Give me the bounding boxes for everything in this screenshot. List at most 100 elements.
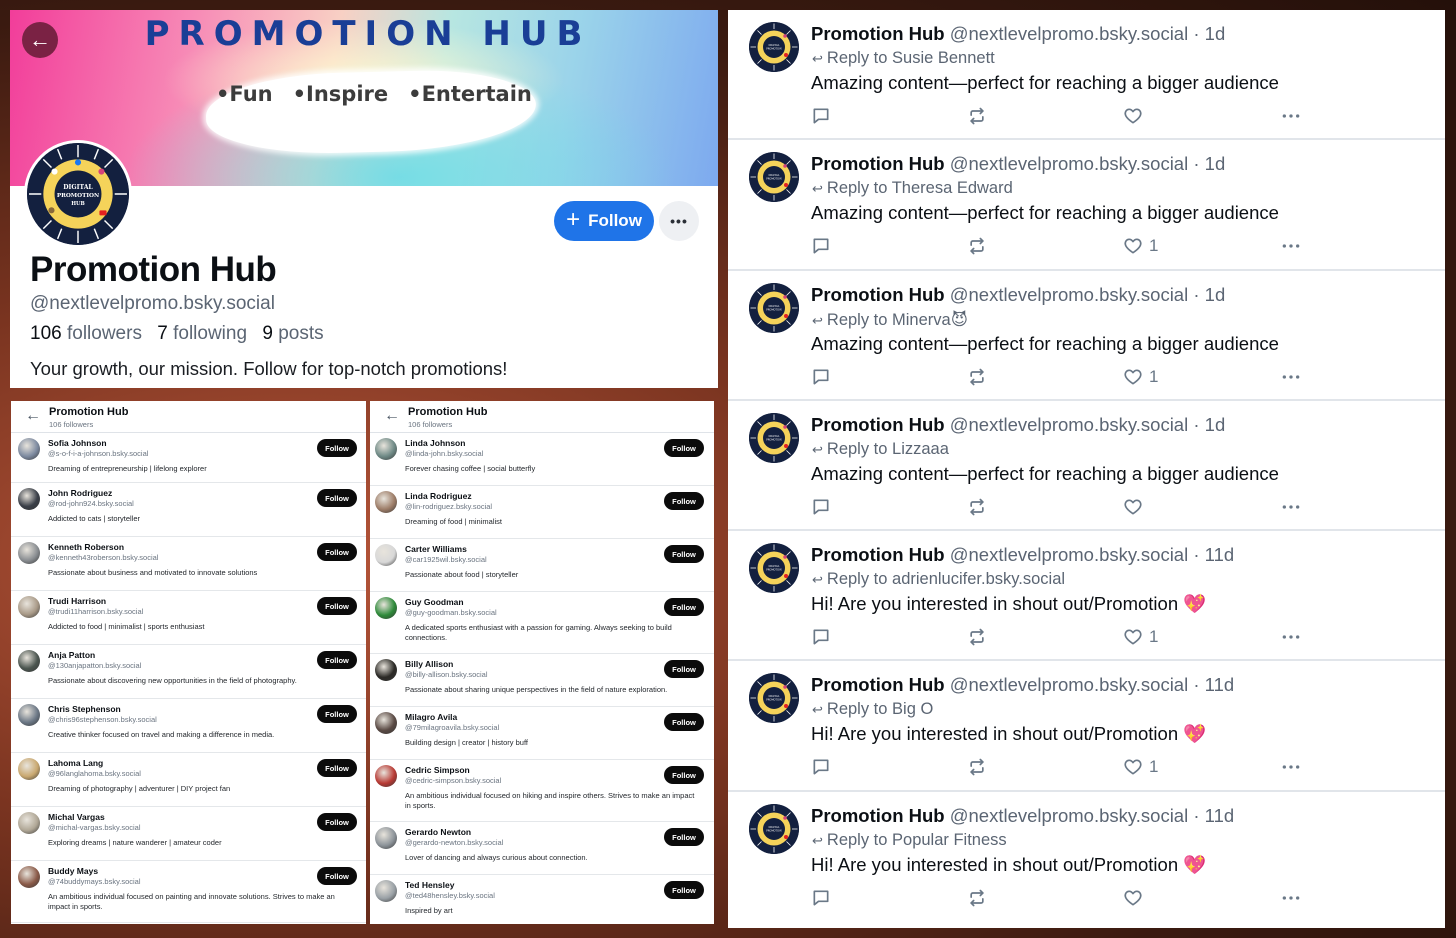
- post-more-button[interactable]: [1281, 496, 1301, 518]
- follower-avatar[interactable]: [18, 596, 40, 618]
- follower-avatar[interactable]: [18, 704, 40, 726]
- like-button[interactable]: [1123, 496, 1149, 518]
- follower-row[interactable]: Linda Johnson @linda-john.bsky.social Fo…: [370, 433, 714, 486]
- follower-follow-button[interactable]: Follow: [317, 651, 357, 669]
- follower-row[interactable]: Buddy Mays @74buddymays.bsky.social An a…: [11, 861, 366, 923]
- post-more-button[interactable]: [1281, 756, 1301, 778]
- post-author-name[interactable]: Promotion Hub: [811, 153, 945, 174]
- follower-follow-button[interactable]: Follow: [317, 813, 357, 831]
- repost-button[interactable]: [967, 235, 987, 257]
- follower-avatar[interactable]: [375, 827, 397, 849]
- post-more-button[interactable]: [1281, 626, 1301, 648]
- reply-to-link[interactable]: ↩ Reply to adrienlucifer.bsky.social: [812, 570, 1065, 589]
- post-author-name[interactable]: Promotion Hub: [811, 805, 945, 826]
- follower-row[interactable]: Guy Goodman @guy-goodman.bsky.social A d…: [370, 592, 714, 654]
- follower-row[interactable]: John Rodriguez @rod-john924.bsky.social …: [11, 483, 366, 537]
- profile-avatar[interactable]: DIGITAL PROMOTION HUB: [24, 140, 132, 248]
- follower-follow-button[interactable]: Follow: [317, 867, 357, 885]
- follower-name[interactable]: Ted Hensley: [405, 880, 454, 890]
- arrow-left-icon[interactable]: ←: [384, 407, 400, 425]
- follower-row[interactable]: Chris Stephenson @chris96stephenson.bsky…: [11, 699, 366, 753]
- follower-follow-button[interactable]: Follow: [664, 766, 704, 784]
- follower-follow-button[interactable]: Follow: [664, 598, 704, 616]
- follower-follow-button[interactable]: Follow: [317, 597, 357, 615]
- follower-avatar[interactable]: [375, 491, 397, 513]
- follower-avatar[interactable]: [18, 650, 40, 672]
- follower-avatar[interactable]: [375, 544, 397, 566]
- follower-avatar[interactable]: [375, 659, 397, 681]
- post-author-avatar[interactable]: DIGITAL PROMOTION: [749, 673, 799, 724]
- post-author-avatar[interactable]: DIGITAL PROMOTION: [749, 412, 799, 463]
- follower-follow-button[interactable]: Follow: [664, 881, 704, 899]
- follower-avatar[interactable]: [18, 542, 40, 564]
- post-author-name[interactable]: Promotion Hub: [811, 414, 945, 435]
- follower-name[interactable]: Cedric Simpson: [405, 765, 470, 775]
- post-item[interactable]: DIGITAL PROMOTION Promotion Hub @nextlev…: [728, 531, 1445, 662]
- follower-row[interactable]: Carter Williams @car1925wil.bsky.social …: [370, 539, 714, 592]
- follower-name[interactable]: Milagro Avila: [405, 712, 457, 722]
- follower-row[interactable]: Billy Allison @billy-allison.bsky.social…: [370, 654, 714, 707]
- post-more-button[interactable]: [1281, 235, 1301, 257]
- reply-button[interactable]: [811, 756, 831, 778]
- post-item[interactable]: DIGITAL PROMOTION Promotion Hub @nextlev…: [728, 140, 1445, 271]
- repost-button[interactable]: [967, 626, 987, 648]
- follower-row[interactable]: Trudi Harrison @trudi11harrison.bsky.soc…: [11, 591, 366, 645]
- back-button[interactable]: ←: [22, 22, 58, 58]
- follower-row[interactable]: Kenneth Roberson @kenneth43roberson.bsky…: [11, 537, 366, 591]
- repost-button[interactable]: [967, 366, 987, 388]
- follower-follow-button[interactable]: Follow: [317, 489, 357, 507]
- follower-follow-button[interactable]: Follow: [317, 439, 357, 457]
- reply-button[interactable]: [811, 496, 831, 518]
- follower-name[interactable]: Guy Goodman: [405, 597, 464, 607]
- follower-name[interactable]: Linda Johnson: [405, 438, 465, 448]
- arrow-left-icon[interactable]: ←: [25, 407, 41, 425]
- follower-row[interactable]: Milagro Avila @79milagroavila.bsky.socia…: [370, 707, 714, 760]
- like-button[interactable]: [1123, 887, 1149, 909]
- post-author-avatar[interactable]: DIGITAL PROMOTION: [749, 282, 799, 333]
- follower-name[interactable]: Gerardo Newton: [405, 827, 471, 837]
- follower-follow-button[interactable]: Follow: [664, 660, 704, 678]
- post-more-button[interactable]: [1281, 105, 1301, 127]
- post-more-button[interactable]: [1281, 887, 1301, 909]
- follow-button[interactable]: + Follow: [554, 201, 654, 241]
- follower-row[interactable]: Michal Vargas @michal-vargas.bsky.social…: [11, 807, 366, 861]
- repost-button[interactable]: [967, 756, 987, 778]
- reply-to-link[interactable]: ↩ Reply to Susie Bennett: [812, 49, 995, 68]
- like-button[interactable]: 1: [1123, 756, 1158, 778]
- reply-button[interactable]: [811, 887, 831, 909]
- follower-avatar[interactable]: [375, 597, 397, 619]
- follower-avatar[interactable]: [375, 880, 397, 902]
- follower-name[interactable]: Carter Williams: [405, 544, 467, 554]
- follower-follow-button[interactable]: Follow: [317, 543, 357, 561]
- reply-to-link[interactable]: ↩ Reply to Lizzaaa: [812, 440, 949, 459]
- follower-follow-button[interactable]: Follow: [317, 759, 357, 777]
- like-button[interactable]: 1: [1123, 626, 1158, 648]
- post-author-name[interactable]: Promotion Hub: [811, 284, 945, 305]
- follower-avatar[interactable]: [18, 488, 40, 510]
- follower-follow-button[interactable]: Follow: [664, 828, 704, 846]
- post-author-avatar[interactable]: DIGITAL PROMOTION: [749, 22, 799, 72]
- follower-name[interactable]: Sofia Johnson: [48, 438, 107, 448]
- repost-button[interactable]: [967, 496, 987, 518]
- follower-name[interactable]: Michal Vargas: [48, 812, 105, 822]
- follower-avatar[interactable]: [375, 712, 397, 734]
- following-link[interactable]: 7 following: [157, 323, 247, 344]
- follower-avatar[interactable]: [18, 438, 40, 460]
- follower-row[interactable]: Anja Patton @130anjapatton.bsky.social P…: [11, 645, 366, 699]
- follower-name[interactable]: Trudi Harrison: [48, 596, 106, 606]
- follower-follow-button[interactable]: Follow: [317, 705, 357, 723]
- like-button[interactable]: [1123, 105, 1149, 127]
- follower-avatar[interactable]: [375, 438, 397, 460]
- follower-avatar[interactable]: [18, 866, 40, 888]
- post-author-avatar[interactable]: DIGITAL PROMOTION: [749, 803, 799, 854]
- reply-button[interactable]: [811, 626, 831, 648]
- post-author-avatar[interactable]: DIGITAL PROMOTION: [749, 543, 799, 594]
- follower-row[interactable]: Gerardo Newton @gerardo-newton.bsky.soci…: [370, 822, 714, 875]
- reply-to-link[interactable]: ↩ Reply to Big O: [812, 700, 933, 719]
- follower-avatar[interactable]: [18, 758, 40, 780]
- follower-avatar[interactable]: [18, 812, 40, 834]
- reply-button[interactable]: [811, 105, 831, 127]
- post-item[interactable]: DIGITAL PROMOTION Promotion Hub @nextlev…: [728, 792, 1445, 922]
- follower-row[interactable]: Sofia Johnson @s-o-f-i-a-johnson.bsky.so…: [11, 433, 366, 483]
- follower-row[interactable]: Lahoma Lang @96langlahoma.bsky.social Dr…: [11, 753, 366, 807]
